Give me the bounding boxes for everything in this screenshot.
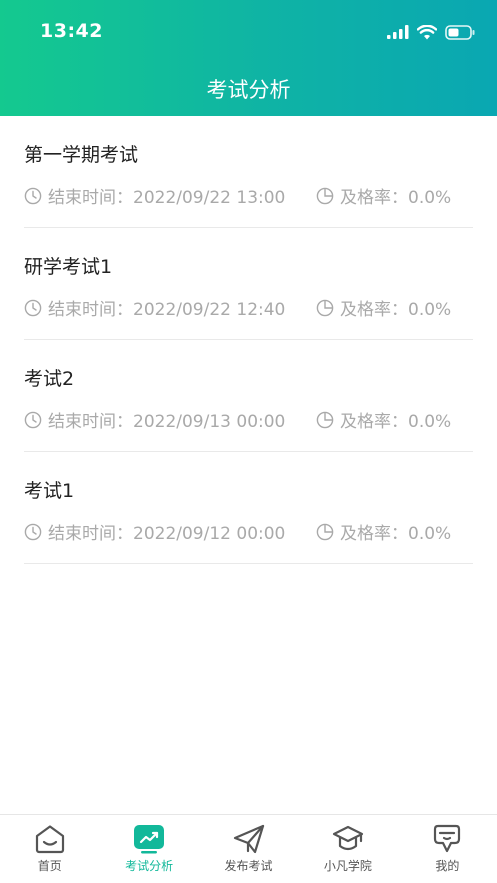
pie-chart-icon: [316, 523, 334, 540]
end-time-group: 结束时间：2022/09/22 12:40: [24, 295, 285, 320]
tab-label: 考试分析: [125, 859, 174, 873]
analysis-icon: [134, 825, 165, 854]
end-time-label: 结束时间：: [48, 412, 133, 432]
pass-rate-value: 0.0%: [408, 188, 452, 208]
end-time-value: 2022/09/22 13:00: [133, 188, 286, 208]
end-time-label: 结束时间：: [48, 524, 133, 544]
exam-item[interactable]: 考试2 结束时间：2022/09/13 00:00 及格率：0.0%: [24, 340, 473, 452]
page-title: 考试分析: [206, 78, 291, 102]
end-time-value: 2022/09/22 12:40: [133, 300, 286, 320]
exam-meta: 结束时间：2022/09/13 00:00 及格率：0.0%: [24, 407, 473, 432]
end-time-label: 结束时间：: [48, 300, 133, 320]
status-icons: [387, 22, 475, 42]
pie-chart-icon: [316, 299, 334, 316]
tab-analysis[interactable]: 考试分析: [99, 815, 198, 883]
exam-meta: 结束时间：2022/09/22 13:00 及格率：0.0%: [24, 183, 473, 208]
tab-label: 小凡学院: [323, 859, 372, 873]
end-time-group: 结束时间：2022/09/12 00:00: [24, 519, 285, 544]
tab-publish[interactable]: 发布考试: [199, 815, 298, 883]
exam-item[interactable]: 考试1 结束时间：2022/09/12 00:00 及格率：0.0%: [24, 452, 473, 564]
end-time-value: 2022/09/13 00:00: [133, 412, 286, 432]
pass-rate-label: 及格率：: [340, 300, 408, 320]
clock-icon: [24, 187, 42, 204]
pass-rate-value: 0.0%: [408, 412, 452, 432]
end-time-group: 结束时间：2022/09/22 13:00: [24, 183, 285, 208]
screen: 13:42 考试分析 第一学期考试 结束时间：2022/09/22 13:00 …: [0, 0, 497, 883]
pie-chart-icon: [316, 411, 334, 428]
exam-list: 第一学期考试 结束时间：2022/09/22 13:00 及格率：0.0% 研学…: [0, 116, 497, 564]
battery-icon: [445, 24, 475, 40]
pass-rate-label: 及格率：: [340, 524, 408, 544]
exam-item[interactable]: 研学考试1 结束时间：2022/09/22 12:40 及格率：0.0%: [24, 228, 473, 340]
pass-rate-group: 及格率：0.0%: [316, 519, 451, 544]
exam-title: 研学考试1: [24, 256, 113, 278]
tab-label: 发布考试: [224, 859, 273, 873]
clock-icon: [24, 299, 42, 316]
tab-bar: 首页 考试分析 发布考试 小凡学院 我的: [0, 814, 497, 883]
graduation-cap-icon: [332, 825, 364, 851]
pass-rate-group: 及格率：0.0%: [316, 407, 451, 432]
tab-profile[interactable]: 我的: [398, 815, 497, 883]
tab-label: 我的: [435, 859, 460, 873]
exam-item[interactable]: 第一学期考试 结束时间：2022/09/22 13:00 及格率：0.0%: [24, 116, 473, 228]
pass-rate-group: 及格率：0.0%: [316, 295, 451, 320]
wifi-icon: [417, 24, 437, 39]
pass-rate-value: 0.0%: [408, 524, 452, 544]
end-time-group: 结束时间：2022/09/13 00:00: [24, 407, 285, 432]
exam-meta: 结束时间：2022/09/12 00:00 及格率：0.0%: [24, 519, 473, 544]
pie-chart-icon: [316, 187, 334, 204]
exam-title: 第一学期考试: [24, 144, 139, 166]
home-icon: [35, 825, 64, 854]
signal-icon: [387, 25, 409, 39]
tab-academy[interactable]: 小凡学院: [298, 815, 397, 883]
exam-title: 考试1: [24, 480, 75, 502]
header: 13:42 考试分析: [0, 0, 497, 116]
tab-home[interactable]: 首页: [0, 815, 99, 883]
status-time: 13:42: [40, 20, 103, 42]
pass-rate-label: 及格率：: [340, 188, 408, 208]
end-time-label: 结束时间：: [48, 188, 133, 208]
pass-rate-label: 及格率：: [340, 412, 408, 432]
exam-title: 考试2: [24, 368, 75, 390]
status-bar: 13:42: [0, 0, 497, 62]
pass-rate-value: 0.0%: [408, 300, 452, 320]
exam-meta: 结束时间：2022/09/22 12:40 及格率：0.0%: [24, 295, 473, 320]
paper-plane-icon: [233, 824, 264, 854]
tab-label: 首页: [37, 859, 62, 873]
profile-icon: [434, 824, 461, 853]
clock-icon: [24, 411, 42, 428]
pass-rate-group: 及格率：0.0%: [316, 183, 451, 208]
end-time-value: 2022/09/12 00:00: [133, 524, 286, 544]
clock-icon: [24, 523, 42, 540]
